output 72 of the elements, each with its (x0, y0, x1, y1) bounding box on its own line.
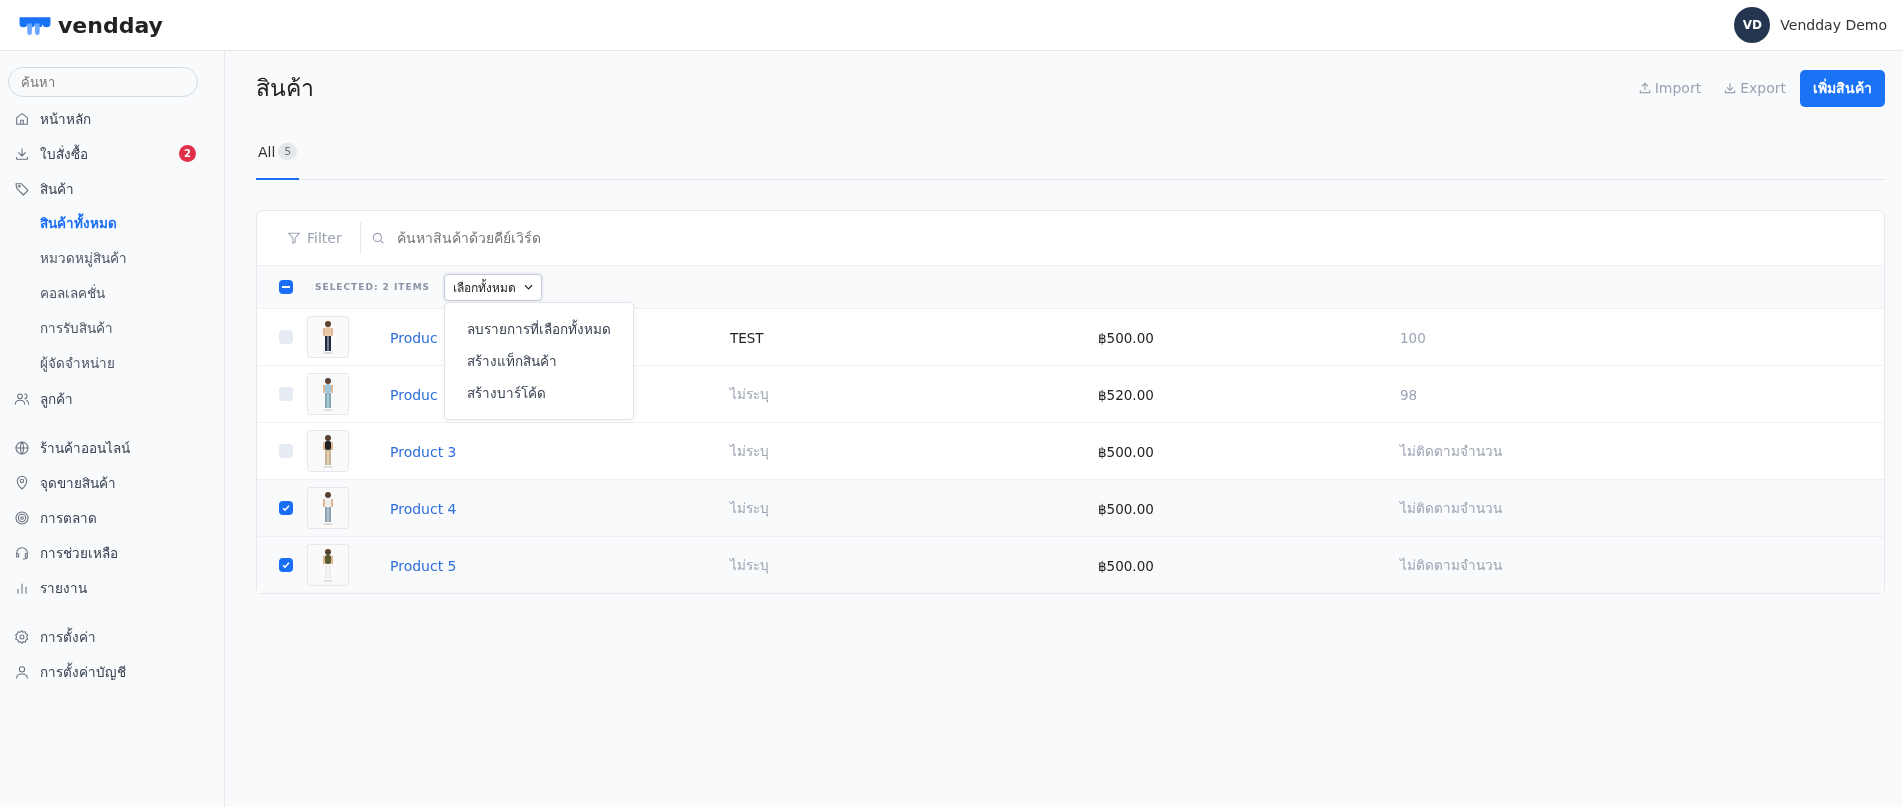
tag-icon (14, 180, 30, 197)
download-icon (1723, 81, 1738, 95)
upload-icon (1637, 81, 1652, 95)
stock-cell: 98 (1400, 386, 1418, 403)
sidebar-item[interactable]: จุดขายสินค้า (8, 465, 216, 500)
filter-icon (287, 231, 301, 245)
price-cell: ฿500.00 (1098, 557, 1154, 574)
menu-item[interactable]: ลบรายการที่เลือกทั้งหมด (445, 312, 634, 345)
sidebar-subitem[interactable]: หมวดหมู่สินค้า (8, 241, 216, 276)
download-icon (14, 145, 30, 162)
sidebar-item[interactable]: ร้านค้าออนไลน์ (8, 430, 216, 465)
sidebar-subitem[interactable]: การรับสินค้า (8, 311, 216, 346)
user-icon (14, 663, 30, 680)
price-cell: ฿500.00 (1098, 500, 1154, 517)
menu-item[interactable]: สร้างแท็กสินค้า (445, 344, 634, 377)
menu-item[interactable]: สร้างบาร์โค้ด (445, 376, 634, 409)
product-name-link[interactable]: Product 4 (390, 500, 457, 517)
caret-icon (524, 284, 534, 290)
logo-text: vendday (58, 12, 163, 38)
sidebar-item[interactable]: สินค้า (8, 171, 216, 206)
sidebar-item[interactable]: ใบสั่งซื้อ 2 (8, 136, 216, 171)
sidebar-item[interactable]: การตลาด (8, 500, 216, 535)
sidebar-subitem[interactable]: ผู้จัดจำหน่าย (8, 346, 216, 381)
sidebar-item[interactable]: การตั้งค่าบัญชี (8, 654, 216, 689)
row-checkbox[interactable] (279, 444, 293, 458)
settings-icon (14, 628, 30, 645)
page-title: สินค้า (256, 74, 314, 103)
sidebar-subitem[interactable]: คอลเลคชั่น (8, 276, 216, 311)
globe-icon (14, 439, 30, 456)
price-cell: ฿500.00 (1098, 443, 1154, 460)
tab[interactable]: All 5 (256, 125, 300, 180)
stock-cell: ไม่ติดตามจำนวน (1400, 557, 1502, 573)
sidebar-subitem[interactable]: สินค้าทั้งหมด (8, 206, 216, 241)
add-product-button[interactable]: เพิ่มสินค้า (1800, 69, 1885, 107)
target-icon (14, 509, 30, 526)
sidebar-item[interactable]: รายงาน (8, 570, 216, 605)
user-name: Vendday Demo (1780, 17, 1887, 33)
row-checkbox[interactable] (279, 501, 293, 515)
table-cell: ไม่ระบุ (730, 500, 769, 516)
selected-count: SELECTED: 2 ITEMS (315, 282, 431, 292)
row-checkbox[interactable] (279, 558, 293, 572)
bulk-action-dropdown[interactable]: เลือกทั้งหมด (444, 273, 543, 301)
search-icon (370, 231, 385, 245)
home-icon (14, 110, 30, 127)
price-cell: ฿500.00 (1098, 329, 1154, 346)
row-checkbox[interactable] (279, 387, 293, 401)
select-all-checkbox[interactable] (279, 280, 293, 294)
checkmark-icon (280, 502, 292, 514)
search-field[interactable]: ค้นหา (8, 67, 198, 97)
table-cell: ไม่ระบุ (730, 557, 769, 573)
sidebar-item[interactable]: การตั้งค่า (8, 619, 216, 654)
stock-cell: 100 (1400, 329, 1426, 346)
price-cell: ฿520.00 (1098, 386, 1154, 403)
table-cell: TEST (730, 329, 764, 346)
table-cell: ไม่ระบุ (730, 443, 769, 459)
headset-icon (14, 544, 30, 561)
sidebar-item[interactable]: ลูกค้า (8, 381, 216, 416)
product-name-link[interactable]: Product 3 (390, 443, 457, 460)
count-badge: 2 (179, 145, 196, 162)
sidebar-item[interactable]: การช่วยเหลือ (8, 535, 216, 570)
user-avatar[interactable]: VD (1734, 7, 1771, 43)
row-checkbox[interactable] (279, 330, 293, 344)
product-name-link[interactable]: Produc (390, 386, 438, 403)
product-name-link[interactable]: Produc (390, 329, 438, 346)
users-icon (14, 390, 30, 407)
location-pin-icon (14, 474, 30, 491)
stock-cell: ไม่ติดตามจำนวน (1400, 500, 1502, 516)
product-name-link[interactable]: Product 5 (390, 557, 457, 574)
sidebar-item[interactable]: หน้าหลัก (8, 101, 216, 136)
checkmark-icon (280, 559, 292, 571)
stock-cell: ไม่ติดตามจำนวน (1400, 443, 1502, 459)
table-cell: ไม่ระบุ (730, 386, 769, 402)
